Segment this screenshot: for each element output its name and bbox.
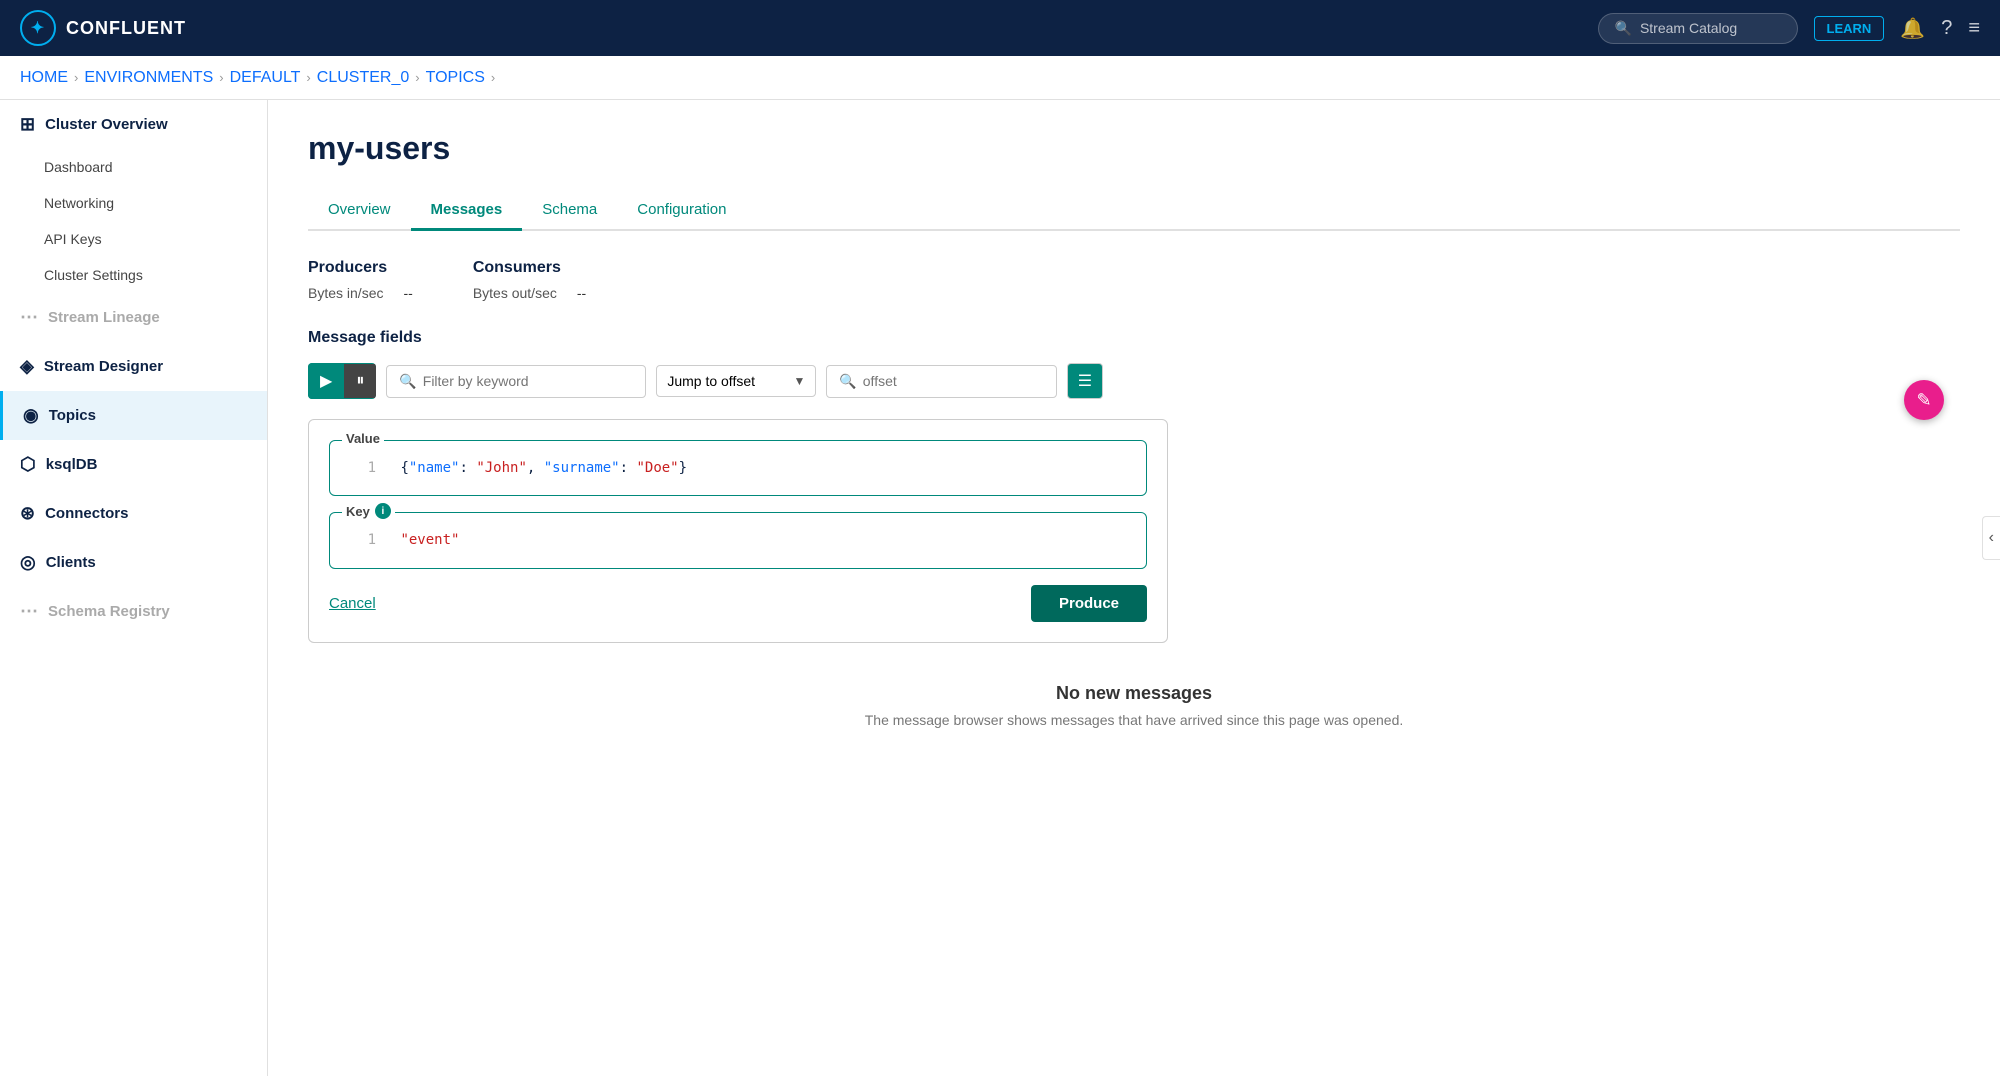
schema-registry-icon: ⋯ (20, 601, 38, 622)
sidebar-item-clients[interactable]: ◎ Clients (0, 538, 267, 587)
filter-input[interactable] (423, 373, 634, 389)
floating-action-icon: ✎ (1916, 390, 1931, 411)
key-line-num: 1 (346, 529, 376, 551)
sidebar: ⊞ Cluster Overview Dashboard Networking … (0, 100, 268, 1076)
producers-title: Producers (308, 259, 413, 277)
play-icon: ▶ (320, 371, 332, 391)
sidebar-item-api-keys[interactable]: API Keys (0, 221, 267, 257)
topic-tabs: Overview Messages Schema Configuration (308, 191, 1960, 231)
tab-configuration[interactable]: Configuration (617, 191, 746, 231)
bytes-in-value: -- (403, 285, 412, 301)
breadcrumb-cluster[interactable]: CLUSTER_0 (317, 69, 409, 87)
sidebar-item-ksqldb[interactable]: ⬡ ksqlDB (0, 440, 267, 489)
topics-icon: ◉ (23, 405, 39, 426)
connectors-icon: ⊛ (20, 503, 35, 524)
pause-icon: ⏸ (356, 372, 364, 390)
offset-search-icon: 🔍 (839, 373, 856, 390)
play-button[interactable]: ▶ (308, 363, 344, 399)
breadcrumb: HOME › ENVIRONMENTS › DEFAULT › CLUSTER_… (0, 56, 2000, 100)
logo: ✦ CONFLUENT (20, 10, 1598, 46)
filter-input-wrapper[interactable]: 🔍 (386, 365, 646, 398)
cancel-button[interactable]: Cancel (329, 595, 376, 612)
learn-button[interactable]: LEARN (1814, 16, 1885, 41)
consumers-title: Consumers (473, 259, 586, 277)
produce-panel: Value 1 {"name": "John", "surname": "Doe… (308, 419, 1168, 643)
offset-input-wrapper[interactable]: 🔍 (826, 365, 1056, 398)
logo-icon: ✦ (20, 10, 56, 46)
sidebar-item-stream-lineage[interactable]: ⋯ Stream Lineage (0, 293, 267, 342)
consumers-block: Consumers Bytes out/sec -- (473, 259, 586, 301)
view-toggle-icon: ☰ (1078, 371, 1092, 391)
key-field-group: Key i 1 "event" (329, 512, 1147, 568)
sidebar-item-connectors[interactable]: ⊛ Connectors (0, 489, 267, 538)
value-field-label: Value (342, 431, 384, 446)
jump-label: Jump to offset (667, 373, 755, 389)
no-messages-section: No new messages The message browser show… (308, 683, 1960, 728)
menu-button[interactable]: ≡ (1968, 17, 1980, 40)
bytes-out-value: -- (577, 285, 586, 301)
top-navigation: ✦ CONFLUENT 🔍 Stream Catalog LEARN 🔔 ? ≡ (0, 0, 2000, 56)
pause-button[interactable]: ⏸ (344, 364, 376, 398)
breadcrumb-topics[interactable]: TOPICS (426, 69, 485, 87)
play-pause-group: ▶ ⏸ (308, 363, 376, 399)
value-field-group: Value 1 {"name": "John", "surname": "Doe… (329, 440, 1147, 496)
sidebar-item-dashboard[interactable]: Dashboard (0, 149, 267, 185)
main-content: my-users Overview Messages Schema Config… (268, 100, 2000, 1076)
topnav-actions: LEARN 🔔 ? ≡ (1814, 16, 1980, 41)
clients-icon: ◎ (20, 552, 36, 573)
breadcrumb-home[interactable]: HOME (20, 69, 68, 87)
chevron-left-icon: ‹ (1989, 529, 1994, 546)
grid-icon: ⊞ (20, 114, 35, 135)
breadcrumb-environments[interactable]: ENVIRONMENTS (84, 69, 213, 87)
key-field-content[interactable]: 1 "event" (330, 513, 1146, 567)
jump-to-offset-dropdown[interactable]: Jump to offset ▼ (656, 365, 816, 397)
value-field-content[interactable]: 1 {"name": "John", "surname": "Doe"} (330, 441, 1146, 495)
sidebar-item-cluster-settings[interactable]: Cluster Settings (0, 257, 267, 293)
stream-catalog-search[interactable]: 🔍 Stream Catalog (1598, 13, 1798, 44)
stream-designer-icon: ◈ (20, 356, 34, 377)
ksqldb-icon: ⬡ (20, 454, 36, 475)
producers-block: Producers Bytes in/sec -- (308, 259, 413, 301)
messages-toolbar: ▶ ⏸ 🔍 Jump to offset ▼ 🔍 ☰ (308, 363, 1960, 399)
message-fields-title: Message fields (308, 329, 1960, 347)
view-toggle-button[interactable]: ☰ (1067, 363, 1103, 399)
notifications-button[interactable]: 🔔 (1900, 16, 1925, 41)
tab-messages[interactable]: Messages (411, 191, 523, 231)
help-button[interactable]: ? (1941, 17, 1952, 40)
floating-action-button[interactable]: ✎ (1904, 380, 1944, 420)
no-messages-description: The message browser shows messages that … (308, 712, 1960, 728)
chevron-down-icon: ▼ (793, 374, 805, 388)
produce-actions: Cancel Produce (329, 585, 1147, 622)
produce-button[interactable]: Produce (1031, 585, 1147, 622)
sidebar-item-cluster-overview[interactable]: ⊞ Cluster Overview (0, 100, 267, 149)
stats-row: Producers Bytes in/sec -- Consumers Byte… (308, 259, 1960, 301)
sidebar-item-networking[interactable]: Networking (0, 185, 267, 221)
main-layout: ⊞ Cluster Overview Dashboard Networking … (0, 100, 2000, 1076)
breadcrumb-default[interactable]: DEFAULT (230, 69, 301, 87)
sidebar-item-schema-registry[interactable]: ⋯ Schema Registry (0, 587, 267, 636)
value-line-num: 1 (346, 457, 376, 479)
no-messages-title: No new messages (308, 683, 1960, 704)
search-icon: 🔍 (1615, 20, 1632, 37)
key-info-icon[interactable]: i (375, 503, 391, 519)
bytes-out-label: Bytes out/sec (473, 285, 557, 301)
bytes-in-label: Bytes in/sec (308, 285, 383, 301)
sidebar-item-stream-designer[interactable]: ◈ Stream Designer (0, 342, 267, 391)
stream-lineage-icon: ⋯ (20, 307, 38, 328)
sidebar-item-topics[interactable]: ◉ Topics (0, 391, 267, 440)
right-panel-toggle[interactable]: ‹ (1982, 516, 2000, 560)
tab-overview[interactable]: Overview (308, 191, 411, 231)
page-title: my-users (308, 130, 1960, 167)
key-field-label: Key i (342, 503, 395, 519)
tab-schema[interactable]: Schema (522, 191, 617, 231)
offset-input[interactable] (863, 373, 1044, 389)
filter-search-icon: 🔍 (399, 373, 416, 390)
